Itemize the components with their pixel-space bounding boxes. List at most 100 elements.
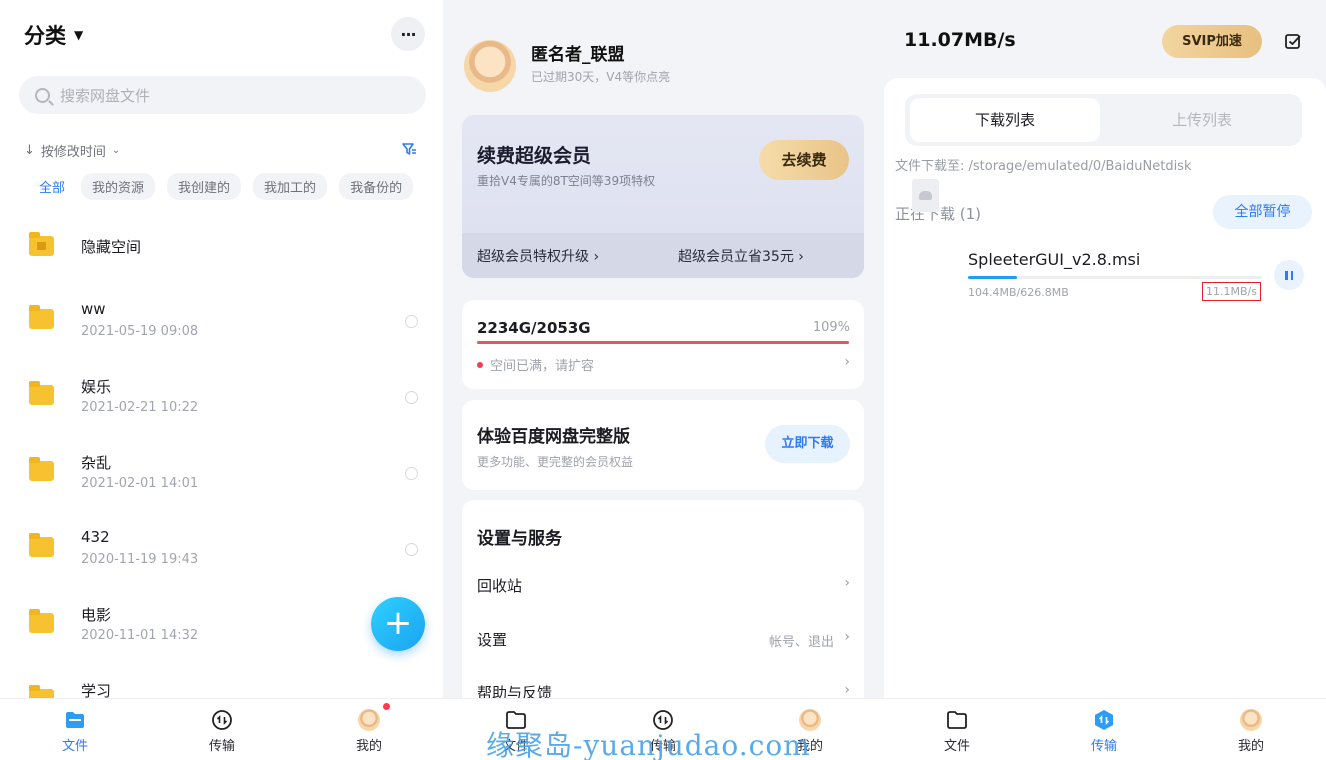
folder-icon — [29, 457, 54, 481]
avatar — [1240, 709, 1262, 731]
chevron-right-icon: › — [593, 249, 600, 265]
search-input[interactable]: 搜索网盘文件 — [19, 76, 426, 114]
storage-warning: 空间已满，请扩容 — [477, 355, 594, 374]
tab-label: 文件 — [61, 739, 88, 754]
vip-subtitle: 重拾V4专属的8T空间等39项特权 — [477, 174, 656, 188]
search-placeholder: 搜索网盘文件 — [60, 86, 151, 105]
tab-label: 我的 — [355, 739, 382, 754]
folder-date: 2021-02-21 10:22 — [81, 400, 199, 415]
list-item[interactable]: 432 2020-11-19 19:43 — [0, 526, 443, 586]
avatar — [358, 709, 380, 731]
tab-download-list[interactable]: 下载列表 — [910, 98, 1100, 142]
chip-created[interactable]: 我创建的 — [167, 173, 242, 200]
link-label: 超级会员立省35元 — [678, 249, 794, 265]
notification-dot — [383, 703, 390, 710]
chevron-right-icon: › — [798, 249, 804, 265]
pause-button[interactable] — [1274, 260, 1304, 290]
folder-name: 432 — [81, 528, 110, 546]
tab-me[interactable]: 我的 — [339, 709, 399, 754]
folder-date: 2020-11-01 14:32 — [81, 628, 199, 643]
filter-icon[interactable] — [401, 141, 417, 157]
add-button[interactable]: + — [371, 597, 425, 651]
folder-icon — [947, 711, 967, 729]
files-panel: 分类 ▼ ··· 搜索网盘文件 ↓ 按修改时间 ⌄ 全部 我的资源 我创建的 我… — [0, 0, 443, 760]
watermark: 缘聚岛-yuanjudao.com — [486, 729, 811, 760]
chip-my-resources[interactable]: 我的资源 — [81, 173, 156, 200]
transfer-panel: 11.07MB/s SVIP加速 下载列表 上传列表 文件下载至: /stora… — [884, 0, 1326, 760]
storage-card[interactable]: 2234G/2053G 109% 空间已满，请扩容 › — [462, 300, 864, 389]
settings-item[interactable]: 设置 — [477, 629, 507, 650]
category-selector[interactable]: 分类 ▼ — [24, 20, 83, 50]
vip-title: 续费超级会员 — [477, 145, 592, 167]
storage-usage: 2234G/2053G — [477, 319, 591, 337]
vip-upgrade-link[interactable]: 超级会员特权升级 › — [477, 246, 599, 266]
select-radio[interactable] — [405, 315, 418, 328]
recycle-bin-item[interactable]: 回收站 — [477, 575, 522, 596]
folder-date: 2021-02-01 14:01 — [81, 476, 199, 491]
tab-transfer[interactable]: 传输 — [192, 709, 252, 754]
arrow-down-icon: ↓ — [24, 143, 35, 158]
hidden-space-item[interactable]: 隐藏空间 — [0, 218, 443, 278]
chip-backup[interactable]: 我备份的 — [339, 173, 414, 200]
chip-processed[interactable]: 我加工的 — [253, 173, 328, 200]
bottom-tabbar: 文件 传输 我的 — [884, 698, 1326, 760]
page-title: 分类 — [24, 24, 66, 48]
list-item[interactable]: 杂乱 2021-02-01 14:01 — [0, 450, 443, 510]
tab-files[interactable]: 文件 — [45, 709, 105, 754]
select-check-icon[interactable] — [1284, 32, 1302, 50]
chevron-right-icon: › — [844, 629, 850, 645]
trial-card[interactable]: 体验百度网盘完整版 更多功能、更完整的会员权益 立即下载 — [462, 400, 864, 490]
list-item[interactable]: 娱乐 2021-02-21 10:22 — [0, 374, 443, 434]
folder-icon — [29, 609, 54, 633]
file-speed: 11.1MB/s — [1202, 282, 1261, 301]
link-label: 超级会员特权升级 — [477, 249, 589, 265]
folder-date: 2021-05-19 09:08 — [81, 324, 199, 339]
sort-label: 按修改时间 — [40, 145, 106, 160]
svip-accelerate-button[interactable]: SVIP加速 — [1162, 25, 1262, 58]
transfer-icon — [212, 710, 232, 730]
caret-down-icon: ▼ — [74, 28, 84, 42]
select-radio[interactable] — [405, 391, 418, 404]
warning-text: 空间已满，请扩容 — [490, 359, 595, 374]
folder-name: ww — [81, 300, 106, 318]
tab-transfer[interactable]: 传输 — [1074, 709, 1134, 754]
tab-upload-list[interactable]: 上传列表 — [1107, 98, 1297, 142]
folder-icon — [29, 381, 54, 405]
total-speed: 11.07MB/s — [904, 29, 1016, 51]
avatar[interactable] — [464, 40, 516, 92]
chevron-right-icon: › — [844, 575, 850, 591]
file-icon — [912, 179, 939, 212]
folder-name: 杂乱 — [81, 454, 112, 472]
vip-save-link[interactable]: 超级会员立省35元 › — [678, 246, 804, 266]
tab-me[interactable]: 我的 — [1221, 709, 1281, 754]
list-tabs: 下载列表 上传列表 — [905, 94, 1302, 146]
pause-bar — [1290, 270, 1293, 280]
storage-progress-bar — [477, 341, 849, 344]
services-title: 设置与服务 — [477, 529, 562, 549]
tab-files[interactable]: 文件 — [927, 709, 987, 754]
member-status: 已过期30天，V4等你点亮 — [531, 70, 671, 84]
tab-label: 文件 — [943, 739, 970, 754]
me-panel: 匿名者_联盟 已过期30天，V4等你点亮 续费超级会员 重拾V4专属的8T空间等… — [443, 0, 884, 760]
chip-all[interactable]: 全部 — [24, 173, 69, 200]
renew-button[interactable]: 去续费 — [759, 140, 849, 180]
folder-date: 2020-11-19 19:43 — [81, 552, 199, 567]
transfer-list: 下载列表 上传列表 文件下载至: /storage/emulated/0/Bai… — [884, 78, 1326, 700]
folder-icon — [29, 305, 54, 329]
vip-card[interactable]: 续费超级会员 重拾V4专属的8T空间等39项特权 去续费 超级会员特权升级 › … — [462, 115, 864, 278]
folder-name: 隐藏空间 — [81, 238, 142, 256]
select-radio[interactable] — [405, 543, 418, 556]
more-options-button[interactable]: ··· — [391, 17, 425, 51]
filter-chips: 全部 我的资源 我创建的 我加工的 我备份的 — [24, 173, 424, 200]
chevron-right-icon: › — [844, 354, 850, 370]
folder-name: 电影 — [81, 606, 112, 624]
sort-selector[interactable]: ↓ 按修改时间 ⌄ — [24, 141, 120, 160]
folder-tab-icon — [66, 712, 84, 728]
select-radio[interactable] — [405, 467, 418, 480]
download-now-button[interactable]: 立即下载 — [765, 425, 850, 463]
tab-label: 传输 — [1090, 739, 1117, 754]
pause-all-button[interactable]: 全部暂停 — [1213, 195, 1312, 229]
chevron-down-icon: ⌄ — [111, 145, 121, 156]
list-item[interactable]: ww 2021-05-19 09:08 — [0, 298, 443, 358]
folder-name: 娱乐 — [81, 378, 112, 396]
